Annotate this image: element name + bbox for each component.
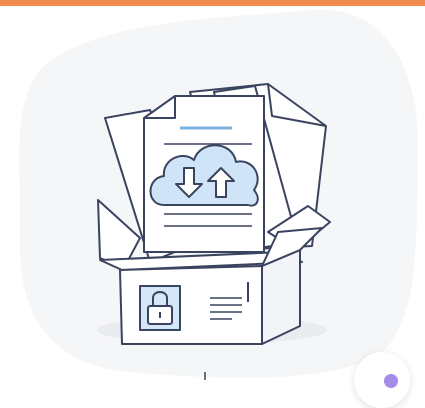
chat-badge[interactable] — [354, 352, 410, 408]
file-box-illustration — [19, 9, 419, 380]
chat-badge-icon — [384, 374, 398, 388]
padlock-icon — [139, 285, 181, 331]
